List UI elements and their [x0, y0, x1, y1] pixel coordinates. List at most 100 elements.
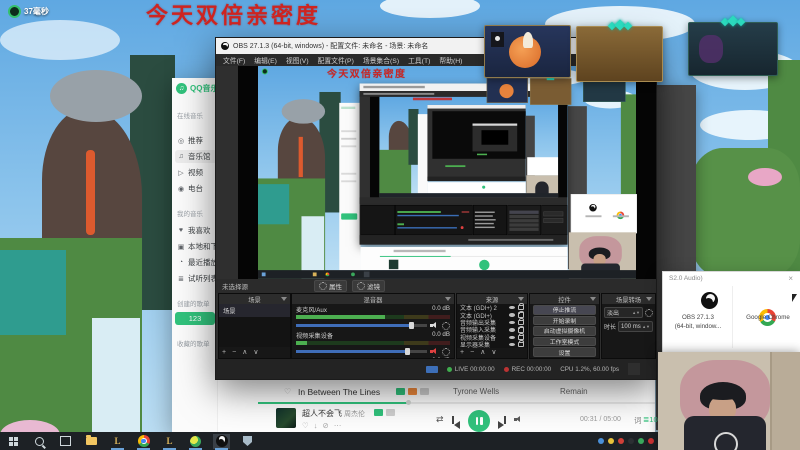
obs-app-label2[interactable]: (64-bit, window...	[667, 323, 729, 330]
tray-icon[interactable]	[618, 438, 624, 444]
sidebar-item-favorites[interactable]: ♥ 我喜欢	[175, 224, 217, 237]
visibility-icon[interactable]	[508, 313, 515, 317]
visibility-icon[interactable]	[508, 320, 515, 325]
ping-status-icon	[8, 5, 21, 18]
tray-icon[interactable]	[648, 438, 654, 444]
lock-icon[interactable]	[517, 333, 524, 340]
search-button[interactable]	[31, 434, 48, 449]
heart-icon[interactable]: ♡	[302, 421, 314, 430]
lock-icon[interactable]	[517, 340, 524, 348]
volume-slider[interactable]	[296, 322, 427, 329]
visibility-icon[interactable]	[508, 342, 515, 347]
sidebar-item-listen-list[interactable]: ≣ 试听列表	[175, 272, 217, 285]
gear-icon[interactable]	[442, 347, 450, 356]
gear-icon[interactable]	[645, 308, 653, 317]
preview-obs-window	[359, 83, 568, 245]
songrow-album[interactable]: Remain	[560, 387, 588, 396]
menu-help[interactable]: 帮助(H)	[439, 55, 462, 65]
sidebar-item-playlist-123[interactable]: 123	[175, 312, 215, 325]
filters-button[interactable]: 滤镜	[352, 280, 385, 292]
remove-source-button[interactable]: −	[470, 349, 474, 356]
remove-scene-button[interactable]: −	[232, 349, 236, 356]
tray-icon[interactable]	[638, 438, 644, 444]
scenes-list: 场景	[219, 304, 290, 347]
taskbar-app-lol-client[interactable]: L	[161, 434, 178, 450]
chrome-app-label[interactable]: Google Chrome	[737, 314, 799, 321]
icecream-swirl	[523, 32, 533, 48]
taskbar-app-obs[interactable]	[213, 433, 230, 450]
close-icon[interactable]: ×	[788, 274, 793, 283]
progress-knob[interactable]	[406, 400, 411, 405]
more-icon[interactable]: ⋯	[334, 421, 347, 430]
lock-icon[interactable]	[517, 310, 524, 318]
move-down-button[interactable]: ∨	[491, 348, 496, 356]
heart-icon[interactable]: ♡	[284, 387, 291, 396]
chrome-icon	[137, 435, 150, 447]
dislike-icon[interactable]: ⊘	[322, 421, 333, 430]
lyrics-toggle[interactable]: 词	[634, 415, 642, 426]
taskbar-app-lol[interactable]: L	[109, 434, 126, 450]
file-explorer-button[interactable]	[83, 434, 100, 449]
sidebar-item-music-hall[interactable]: ♫ 音乐馆	[175, 150, 217, 163]
album-art[interactable]	[276, 408, 296, 428]
settings-button[interactable]: 设置	[533, 347, 596, 357]
lock-icon[interactable]	[517, 318, 524, 326]
obs-app-icon[interactable]	[701, 292, 718, 309]
menu-profile[interactable]: 配置文件(P)	[318, 55, 354, 65]
volume-slider[interactable]	[296, 348, 427, 355]
stop-streaming-button[interactable]: 停止推流	[533, 305, 596, 315]
songrow-artist[interactable]: Tyrone Wells	[453, 387, 499, 396]
sidebar-item-radio[interactable]: ◉ 电台	[175, 182, 217, 195]
resize-grip[interactable]	[628, 363, 640, 375]
qqmusic-logo-icon: ♫	[176, 83, 187, 94]
lock-icon[interactable]	[517, 303, 524, 311]
visibility-icon[interactable]	[508, 305, 515, 310]
taskbar-app-game[interactable]	[187, 434, 204, 450]
playback-progress[interactable]	[258, 400, 655, 405]
sidebar-item-recent[interactable]: ◔ 最近播放	[175, 256, 217, 269]
menu-view[interactable]: 视图(V)	[286, 55, 309, 65]
sidebar-item-video[interactable]: ▷ 视频	[175, 166, 217, 179]
visibility-icon[interactable]	[508, 335, 515, 339]
menu-edit[interactable]: 编辑(E)	[254, 55, 277, 65]
performance-status: CPU 1.2%, 60.00 fps	[560, 365, 619, 373]
obs-app-label[interactable]: OBS 27.1.3	[667, 314, 729, 321]
add-source-button[interactable]: +	[460, 349, 464, 356]
virtual-camera-button[interactable]: 启动虚拟摄像机	[533, 326, 596, 336]
add-scene-button[interactable]: +	[222, 349, 226, 356]
tray-icon[interactable]	[598, 438, 604, 444]
scene-item[interactable]: 场景	[219, 304, 290, 317]
taskbar-app-chrome[interactable]	[135, 434, 152, 450]
sidebar-item-local[interactable]: ▣本地和下载	[175, 240, 217, 253]
menu-file[interactable]: 文件(F)	[223, 55, 245, 65]
tray-icon[interactable]	[608, 438, 614, 444]
obs-window: OBS 27.1.3 (64-bit, windows) - 配置文件: 未命名…	[215, 37, 657, 380]
sidebar-item-recommend[interactable]: ◎ 推荐	[175, 134, 217, 147]
duration-field[interactable]: 100 ms ▲▼	[618, 321, 653, 332]
tray-icon[interactable]	[628, 438, 634, 444]
start-recording-button[interactable]: 开始录制	[533, 315, 596, 326]
player-song-artist[interactable]: 周杰伦	[344, 409, 365, 419]
taskbar-app-security[interactable]	[239, 434, 256, 449]
move-up-button[interactable]: ∧	[242, 348, 247, 356]
player-action-icons: ♡↓⊘⋯	[302, 421, 346, 430]
lock-icon[interactable]	[517, 325, 524, 333]
task-view-button[interactable]	[57, 434, 74, 449]
studio-mode-button[interactable]: 工作室模式	[533, 336, 596, 347]
menu-scene-collection[interactable]: 场景集合(S)	[363, 55, 399, 65]
visibility-icon[interactable]	[508, 328, 515, 332]
shuffle-icon[interactable]: ⇄	[436, 414, 444, 425]
pause-button[interactable]	[468, 410, 490, 432]
start-button[interactable]	[5, 434, 22, 449]
move-down-button[interactable]: ∨	[253, 348, 258, 356]
player-song-title[interactable]: 超人不会飞	[302, 408, 342, 419]
obs-preview[interactable]: 今天双倍亲密度	[238, 66, 656, 279]
songrow-title[interactable]: In Between The Lines	[298, 387, 380, 397]
move-up-button[interactable]: ∧	[480, 348, 485, 356]
speaker-muted-icon[interactable]	[430, 348, 439, 355]
menu-tools[interactable]: 工具(T)	[408, 55, 430, 65]
transition-select[interactable]: 淡出 ▲▼	[604, 307, 643, 318]
properties-button[interactable]: 属性	[314, 280, 347, 292]
gear-icon[interactable]	[442, 321, 450, 330]
speaker-icon[interactable]	[430, 322, 439, 329]
